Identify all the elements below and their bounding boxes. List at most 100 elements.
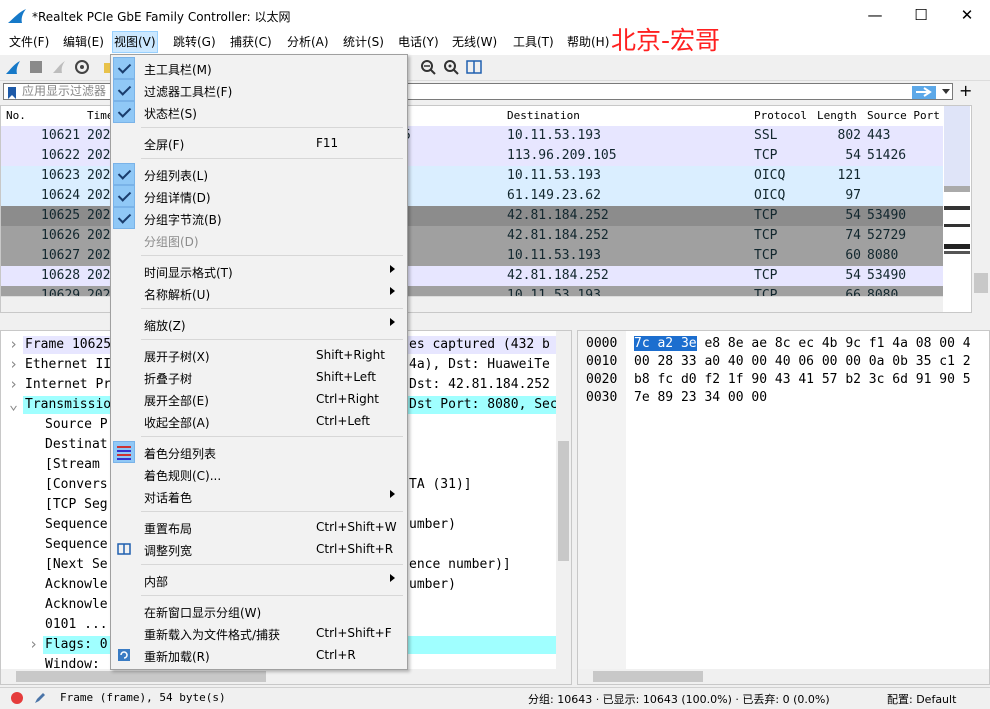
cell-port: 51426 <box>867 148 907 163</box>
view-menu-item[interactable]: 状态栏(S) <box>112 101 406 123</box>
cell-time: 202 <box>87 228 111 243</box>
view-menu-item[interactable]: 分组详情(D) <box>112 185 406 207</box>
close-button[interactable]: ✕ <box>944 0 990 31</box>
view-menu-item[interactable]: 主工具栏(M) <box>112 57 406 79</box>
status-profile[interactable]: 配置: Default <box>887 691 956 707</box>
bookmark-icon[interactable] <box>7 86 17 100</box>
detail-field: Acknowle <box>45 597 108 612</box>
byte-hex-line[interactable]: b8 fc d0 f2 1f 90 43 41 57 b2 3c 6d 91 9… <box>634 372 971 392</box>
bytes-hscroll[interactable] <box>578 669 989 684</box>
reload-icon <box>117 648 131 665</box>
view-menu-item[interactable]: 全屏(F) F11 <box>112 132 406 154</box>
detail-field: Ethernet II <box>25 357 112 372</box>
menu-10[interactable]: 帮助(H) <box>566 31 610 53</box>
view-menu-item[interactable]: 调整列宽 Ctrl+Shift+R <box>112 538 406 560</box>
view-menu-item[interactable]: 时间显示格式(T) <box>112 260 406 282</box>
detail-field: Sequence <box>45 517 108 532</box>
cell-proto: OICQ <box>754 188 786 203</box>
menu-3[interactable]: 跳转(G) <box>172 31 217 53</box>
menu-7[interactable]: 电话(Y) <box>397 31 440 53</box>
chevron-down-icon[interactable] <box>941 88 951 96</box>
cell-proto: TCP <box>754 228 778 243</box>
stop-capture-icon[interactable] <box>28 59 44 75</box>
zoom-out-icon[interactable] <box>420 59 436 75</box>
scroll-thumb[interactable] <box>974 273 988 293</box>
cell-len: 802 <box>837 128 861 143</box>
detail-value: ence number)] <box>409 557 511 572</box>
cell-proto: TCP <box>754 148 778 163</box>
restart-capture-icon[interactable] <box>51 59 67 75</box>
collapsed-icon[interactable]: › <box>9 355 18 373</box>
capture-options-icon[interactable] <box>74 59 90 75</box>
view-menu-item[interactable]: 过滤器工具栏(F) <box>112 79 406 101</box>
menu-6[interactable]: 统计(S) <box>342 31 385 53</box>
details-hscroll[interactable] <box>1 669 571 684</box>
menu-item-label: 对话着色 <box>144 491 193 505</box>
zoom-reset-icon[interactable] <box>443 59 459 75</box>
menu-4[interactable]: 捕获(C) <box>229 31 273 53</box>
column-header[interactable]: Length <box>817 109 857 122</box>
view-menu-item[interactable]: 分组列表(L) <box>112 163 406 185</box>
byte-offset: 0030 <box>586 390 618 405</box>
view-menu-item[interactable]: 着色规则(C)... <box>112 463 406 485</box>
resize-columns-icon <box>117 542 131 559</box>
collapsed-icon[interactable]: › <box>29 635 38 653</box>
view-menu-item[interactable]: 重新加载(R) Ctrl+R <box>112 644 406 666</box>
check-icon <box>113 163 135 185</box>
view-menu-item[interactable]: 折叠子树 Shift+Left <box>112 366 406 388</box>
cell-time: 202 <box>87 248 111 263</box>
byte-hex-line[interactable]: 7e 89 23 34 00 00 <box>634 390 767 410</box>
collapsed-icon[interactable]: › <box>9 375 18 393</box>
byte-hex-line[interactable]: 00 28 33 a0 40 00 40 06 00 00 0a 0b 35 c… <box>634 354 971 374</box>
view-menu-item[interactable]: 重新载入为文件格式/捕获 Ctrl+Shift+F <box>112 622 406 644</box>
menu-separator <box>141 127 403 128</box>
arrow-right-icon <box>916 87 932 97</box>
submenu-arrow-icon <box>390 574 395 582</box>
view-menu-item[interactable]: 在新窗口显示分组(W) <box>112 600 406 622</box>
view-menu-item[interactable]: 展开子树(X) Shift+Right <box>112 344 406 366</box>
edit-comment-icon[interactable] <box>33 691 47 705</box>
view-menu-item[interactable]: 着色分组列表 <box>112 441 406 463</box>
menu-5[interactable]: 分析(A) <box>286 31 330 53</box>
expanded-icon[interactable]: ⌄ <box>9 395 18 413</box>
byte-selection[interactable]: 7c a2 3e <box>634 336 697 351</box>
view-menu-item[interactable]: 分组字节流(B) <box>112 207 406 229</box>
packet-bytes[interactable]: 0000 7c a2 3e e8 8e ae 8c ec 4b 9c f1 4a … <box>577 330 990 685</box>
add-filter-button[interactable]: + <box>959 81 972 100</box>
cell-len: 121 <box>837 168 861 183</box>
view-menu-item[interactable]: 内部 <box>112 569 406 591</box>
detail-field: [TCP Seg <box>45 497 108 512</box>
maximize-button[interactable]: ☐ <box>898 0 944 31</box>
column-header[interactable]: No. <box>6 109 26 122</box>
view-menu-item[interactable]: 缩放(Z) <box>112 313 406 335</box>
view-menu-item[interactable]: 名称解析(U) <box>112 282 406 304</box>
cell-no: 10623 <box>41 168 81 183</box>
cell-port: 443 <box>867 128 891 143</box>
minimize-button[interactable]: — <box>852 0 898 31</box>
collapsed-icon[interactable]: › <box>9 335 18 353</box>
byte-hex-line[interactable]: 7c a2 3e e8 8e ae 8c ec 4b 9c f1 4a 08 0… <box>634 336 971 356</box>
resize-columns-icon[interactable] <box>466 59 482 75</box>
capture-status-icon[interactable] <box>10 691 24 705</box>
packet-list-vscroll[interactable] <box>972 105 990 313</box>
view-menu-item[interactable]: 展开全部(E) Ctrl+Right <box>112 388 406 410</box>
start-capture-icon[interactable] <box>5 59 21 75</box>
menu-1[interactable]: 编辑(E) <box>62 31 105 53</box>
details-vscroll[interactable] <box>556 331 571 669</box>
cell-len: 74 <box>845 228 861 243</box>
view-menu-item[interactable]: 对话着色 <box>112 485 406 507</box>
view-menu-item[interactable]: 收起全部(A) Ctrl+Left <box>112 410 406 432</box>
menu-9[interactable]: 工具(T) <box>512 31 555 53</box>
menu-0[interactable]: 文件(F) <box>8 31 50 53</box>
packet-minimap[interactable] <box>943 106 971 312</box>
column-header[interactable]: Protocol <box>754 109 807 122</box>
apply-filter-button[interactable] <box>912 86 936 99</box>
check-icon <box>113 185 135 207</box>
column-header[interactable]: Destination <box>507 109 580 122</box>
cell-port: 52729 <box>867 228 907 243</box>
menu-8[interactable]: 无线(W) <box>451 31 498 53</box>
column-header[interactable]: Source Port <box>867 109 940 122</box>
menu-2[interactable]: 视图(V) <box>112 31 158 53</box>
detail-field: Frame 10625 <box>25 337 115 352</box>
view-menu-item[interactable]: 重置布局 Ctrl+Shift+W <box>112 516 406 538</box>
